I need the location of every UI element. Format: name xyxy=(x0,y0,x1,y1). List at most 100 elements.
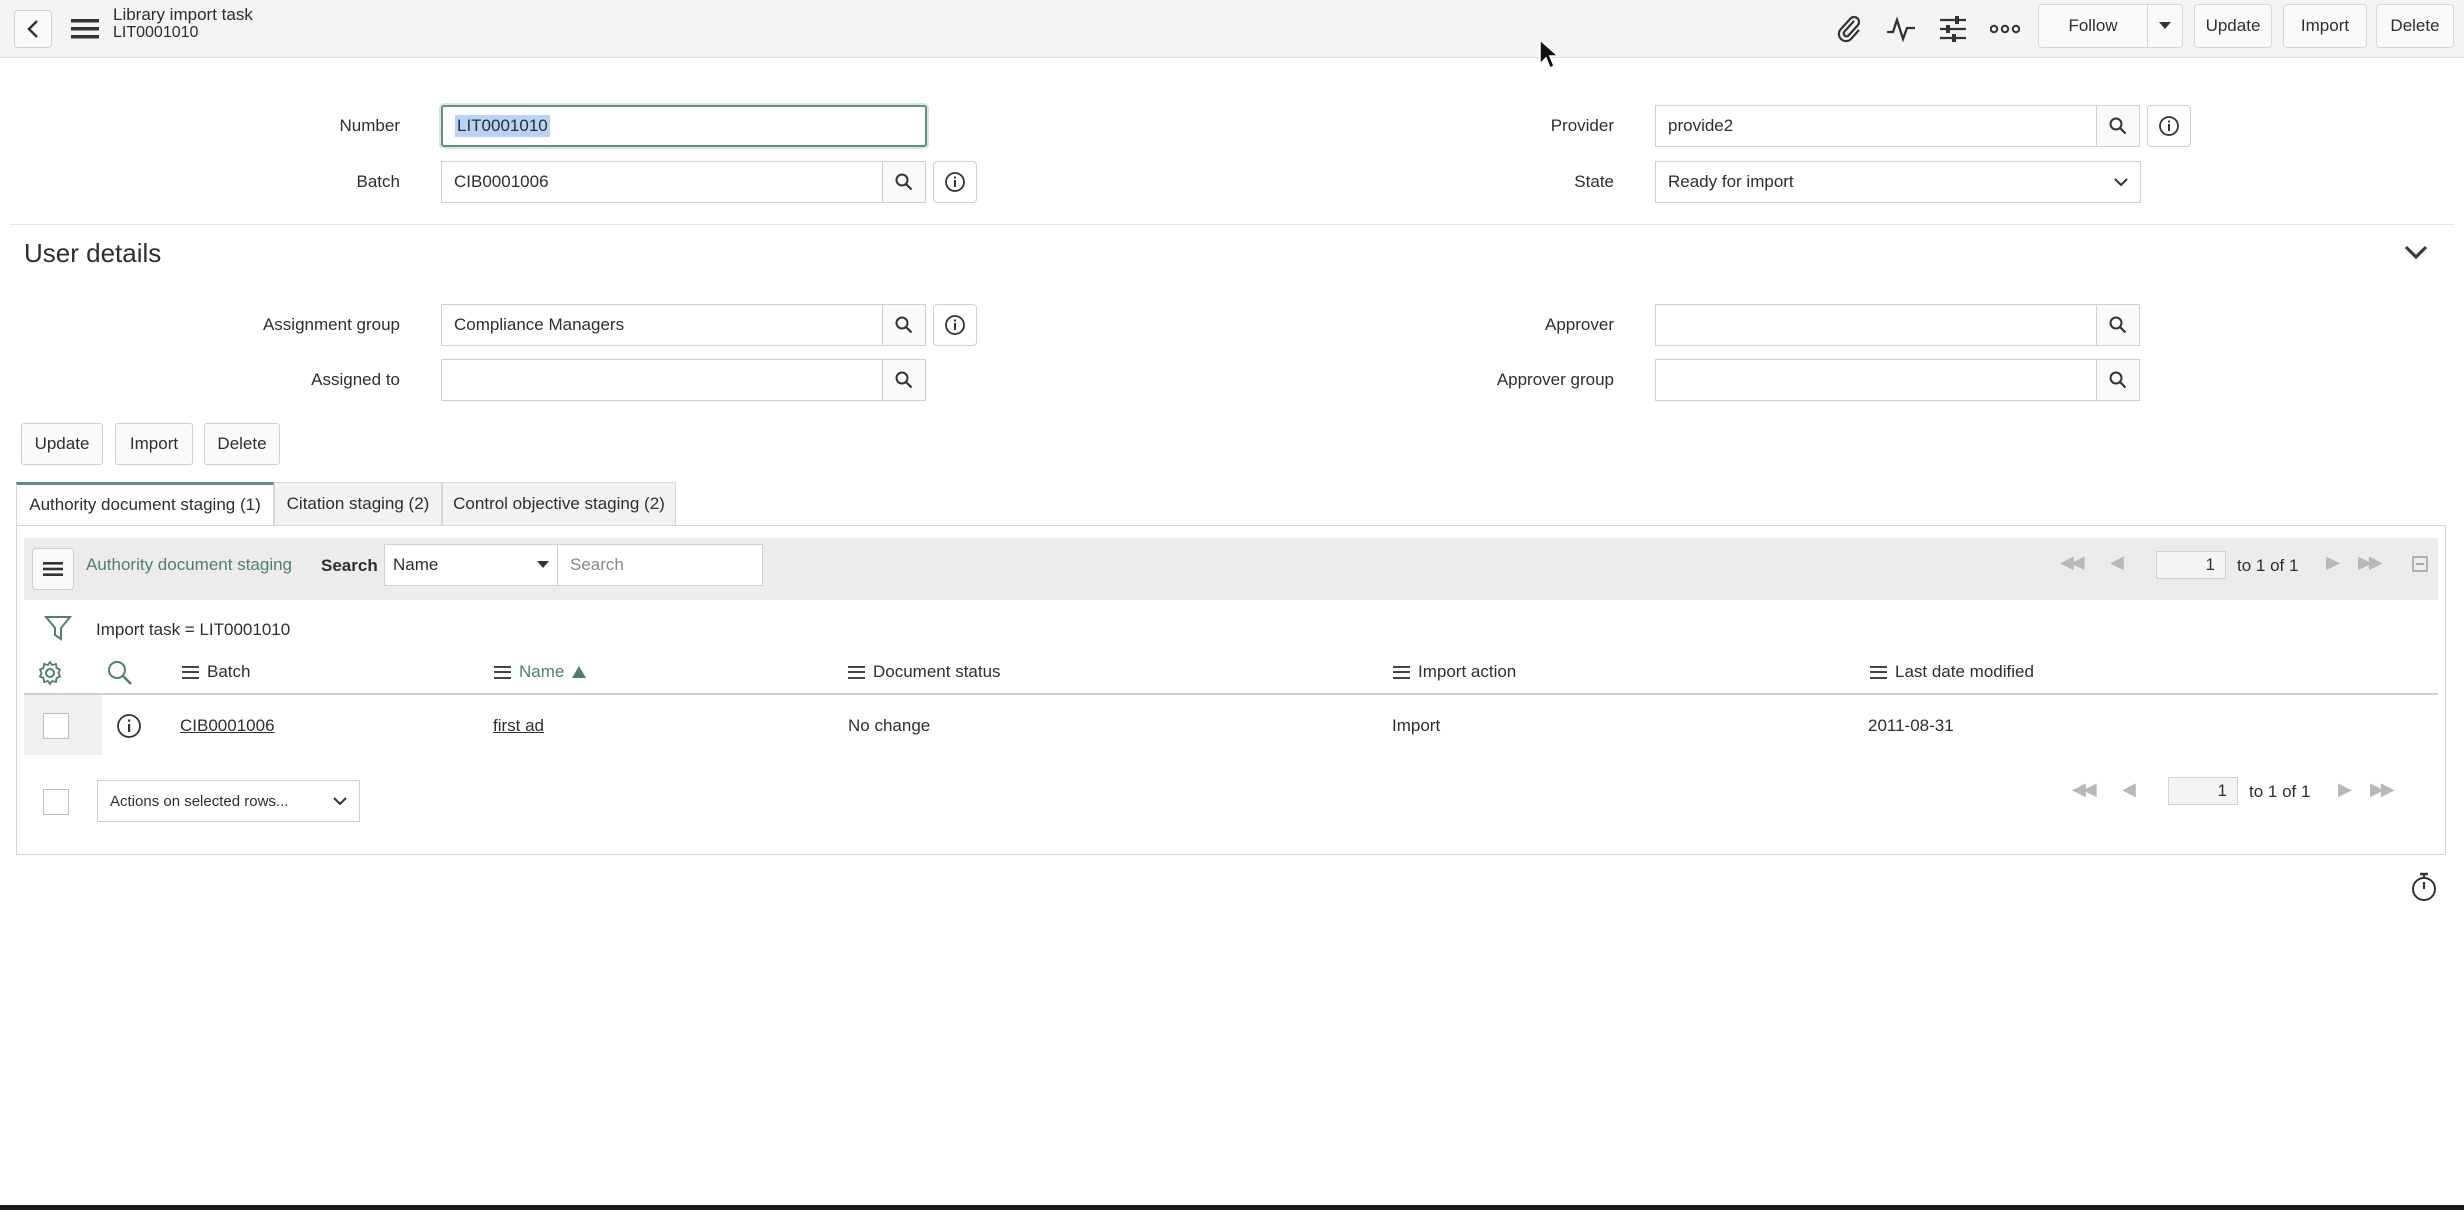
assigned-to-lookup-button[interactable] xyxy=(882,359,926,401)
row-name-link[interactable]: first ad xyxy=(493,716,544,736)
provider-label: Provider xyxy=(1550,116,1614,135)
first-page-icon[interactable]: ◀◀ xyxy=(2060,552,2085,573)
section-divider xyxy=(10,224,2454,225)
more-options-button[interactable] xyxy=(1986,10,2024,48)
caret-down-icon xyxy=(537,561,549,568)
search-icon xyxy=(895,173,913,191)
column-header-batch[interactable]: Batch xyxy=(182,662,250,682)
search-icon xyxy=(2109,316,2127,334)
approver-lookup-button[interactable] xyxy=(2096,304,2140,346)
batch-lookup-button[interactable] xyxy=(882,161,926,203)
page-number-input[interactable]: 1 xyxy=(2156,551,2226,579)
header-import-button[interactable]: Import xyxy=(2283,4,2367,48)
sort-ascending-icon xyxy=(572,666,587,678)
tab-authority-document-staging[interactable]: Authority document staging (1) xyxy=(16,482,274,526)
stopwatch-icon[interactable] xyxy=(2410,872,2438,902)
assignment-group-label: Assignment group xyxy=(262,315,400,334)
approver-field[interactable] xyxy=(1655,304,2097,346)
state-value: Ready for import xyxy=(1668,172,1794,191)
column-header-document-status[interactable]: Document status xyxy=(848,662,1001,682)
column-menu-icon[interactable] xyxy=(1393,665,1410,679)
column-menu-icon[interactable] xyxy=(1870,665,1887,679)
column-header-label: Name xyxy=(519,662,565,681)
batch-field[interactable]: CIB0001006 xyxy=(441,161,883,203)
tab-citation-staging[interactable]: Citation staging (2) xyxy=(274,482,442,526)
caret-down-icon xyxy=(2159,22,2171,29)
provider-lookup-button[interactable] xyxy=(2096,105,2140,147)
form-header: Library import task LIT0001010 Follow Up… xyxy=(0,0,2464,58)
next-page-icon[interactable]: ▶ xyxy=(2338,779,2352,800)
first-page-icon[interactable]: ◀◀ xyxy=(2072,779,2097,800)
activity-stream-button[interactable] xyxy=(1882,10,1920,48)
mouse-cursor-icon xyxy=(1539,38,1560,70)
table-row xyxy=(24,695,2438,755)
approver-group-field[interactable] xyxy=(1655,359,2097,401)
filter-icon[interactable] xyxy=(44,614,72,642)
assignment-group-preview-button[interactable] xyxy=(933,304,977,346)
assignment-group-lookup-button[interactable] xyxy=(882,304,926,346)
previous-page-icon[interactable]: ◀ xyxy=(2110,552,2124,573)
list-title[interactable]: Authority document staging xyxy=(86,555,292,575)
attachment-button[interactable] xyxy=(1830,10,1868,48)
column-menu-icon[interactable] xyxy=(494,665,511,679)
gear-icon[interactable] xyxy=(37,660,63,686)
header-update-button[interactable]: Update xyxy=(2194,4,2272,48)
number-label: Number xyxy=(339,116,400,135)
import-button[interactable]: Import xyxy=(115,423,193,465)
personalize-form-button[interactable] xyxy=(1934,10,1972,48)
approver-group-label: Approver group xyxy=(1496,370,1614,389)
next-page-icon[interactable]: ▶ xyxy=(2326,552,2340,573)
row-checkbox[interactable] xyxy=(43,713,69,739)
assigned-to-field[interactable] xyxy=(441,359,883,401)
form-menu-button[interactable] xyxy=(68,12,102,46)
bottom-page-number-input[interactable]: 1 xyxy=(2168,777,2238,805)
info-icon[interactable] xyxy=(116,713,142,739)
assigned-to-label: Assigned to xyxy=(311,370,400,389)
search-icon[interactable] xyxy=(107,660,133,686)
delete-button[interactable]: Delete xyxy=(204,423,280,465)
list-search-placeholder: Search xyxy=(570,555,624,574)
batch-preview-button[interactable] xyxy=(933,161,977,203)
filter-breadcrumb[interactable]: Import task = LIT0001010 xyxy=(96,620,290,640)
column-header-name[interactable]: Name xyxy=(494,662,587,682)
column-menu-icon[interactable] xyxy=(848,665,865,679)
follow-button[interactable]: Follow xyxy=(2038,4,2148,48)
row-batch-link[interactable]: CIB0001006 xyxy=(180,716,275,736)
form-record-number: LIT0001010 xyxy=(113,24,199,41)
more-horizontal-icon xyxy=(1990,24,2020,34)
previous-page-icon[interactable]: ◀ xyxy=(2122,779,2136,800)
state-select[interactable]: Ready for import xyxy=(1655,161,2141,203)
back-button[interactable] xyxy=(14,10,52,48)
tab-control-objective-staging[interactable]: Control objective staging (2) xyxy=(442,482,676,526)
actions-select[interactable]: Actions on selected rows... xyxy=(97,780,360,822)
select-all-checkbox[interactable] xyxy=(43,789,69,815)
list-search-input[interactable]: Search xyxy=(557,544,763,586)
list-context-menu-button[interactable] xyxy=(32,548,74,590)
info-icon xyxy=(2159,116,2179,136)
minus-box-icon xyxy=(2412,556,2428,572)
header-delete-button[interactable]: Delete xyxy=(2376,4,2454,48)
update-button[interactable]: Update xyxy=(21,423,103,465)
column-menu-icon[interactable] xyxy=(182,665,199,679)
last-page-icon[interactable]: ▶▶ xyxy=(2358,552,2383,573)
number-field[interactable]: LIT0001010 xyxy=(441,105,927,147)
collapse-list-button[interactable] xyxy=(2410,554,2430,574)
last-page-icon[interactable]: ▶▶ xyxy=(2370,779,2395,800)
assignment-group-field[interactable]: Compliance Managers xyxy=(441,304,883,346)
approver-group-lookup-button[interactable] xyxy=(2096,359,2140,401)
actions-select-value: Actions on selected rows... xyxy=(110,792,289,810)
column-header-import-action[interactable]: Import action xyxy=(1393,662,1516,682)
user-details-heading: User details xyxy=(24,238,162,268)
search-field-value: Name xyxy=(393,555,439,574)
page-range-text: to 1 of 1 xyxy=(2237,556,2299,575)
provider-preview-button[interactable] xyxy=(2147,105,2191,147)
column-header-last-date-modified[interactable]: Last date modified xyxy=(1870,662,2034,682)
info-icon xyxy=(945,315,965,335)
follow-dropdown-button[interactable] xyxy=(2147,4,2183,48)
chevron-down-icon xyxy=(2404,245,2428,260)
column-header-label: Import action xyxy=(1418,662,1517,681)
search-field-select[interactable]: Name xyxy=(384,544,558,586)
provider-field[interactable]: provide2 xyxy=(1655,105,2097,147)
search-icon xyxy=(2109,117,2127,135)
collapse-section-button[interactable] xyxy=(2400,236,2432,268)
